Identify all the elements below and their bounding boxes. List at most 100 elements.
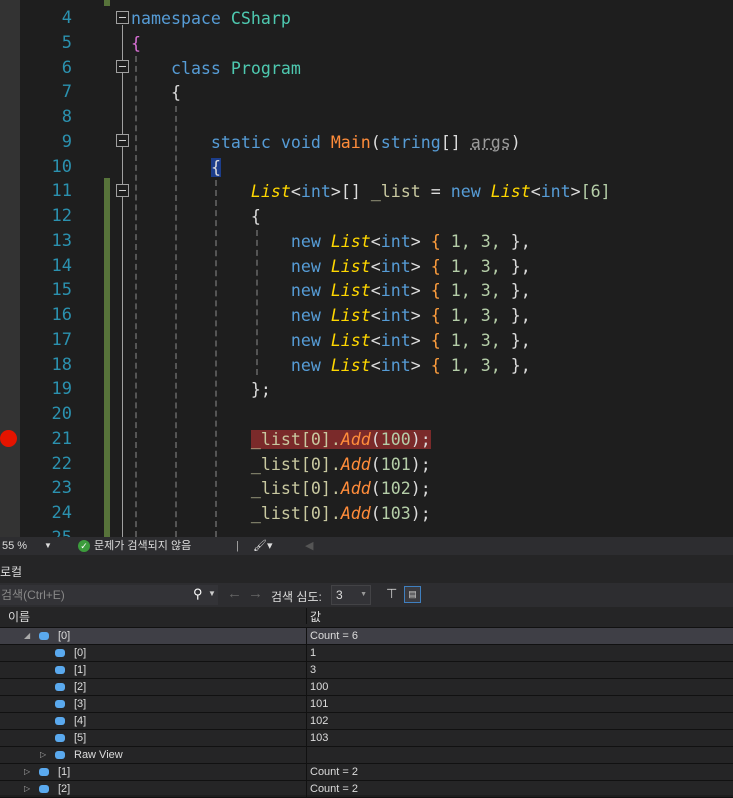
zoom-dropdown-icon[interactable]: ▼ xyxy=(44,537,52,555)
expand-arrow-icon[interactable]: ▷ xyxy=(24,764,30,780)
code-token: < xyxy=(290,182,301,202)
locals-row[interactable]: [1] 3 xyxy=(0,662,733,679)
code-token: } xyxy=(510,306,521,325)
locals-row[interactable]: [0] 1 xyxy=(0,645,733,662)
forward-arrow-icon[interactable]: → xyxy=(248,585,263,602)
code-line[interactable]: { xyxy=(131,204,261,229)
row-value[interactable]: Count = 6 xyxy=(306,628,733,644)
search-input[interactable]: 검색(Ctrl+E) xyxy=(0,585,218,605)
row-value[interactable]: 102 xyxy=(306,713,733,729)
field-cube-icon xyxy=(39,768,49,776)
code-token: _list xyxy=(370,182,421,202)
code-line[interactable]: new List<int> { 1, 3, }, xyxy=(131,328,531,353)
code-line[interactable]: _list[0].Add(102); xyxy=(131,476,431,501)
code-line[interactable]: }; xyxy=(131,377,271,402)
code-token: List xyxy=(330,330,371,350)
locals-window: 로컬 검색(Ctrl+E) ⚲ ▼ ← → 검색 심도: 3 ▼ ⊤ ▤ 이름 값… xyxy=(0,555,733,798)
row-name: [1] xyxy=(74,664,87,676)
breakpoint-icon[interactable] xyxy=(0,430,17,447)
code-line[interactable]: List<int>[] _list = new List<int>[6] xyxy=(131,179,611,204)
locals-row[interactable]: ▷ [2] Count = 2 xyxy=(0,781,733,798)
code-token: CSharp xyxy=(230,9,291,28)
code-token: 1, 3, xyxy=(440,330,511,350)
row-value[interactable]: 3 xyxy=(306,662,733,678)
code-line[interactable]: new List<int> { 1, 3, }, xyxy=(131,303,531,328)
code-token: < xyxy=(530,182,541,202)
code-line[interactable]: new List<int> { 1, 3, }, xyxy=(131,353,531,378)
collapse-class-icon[interactable] xyxy=(116,60,129,73)
search-options-dropdown-icon[interactable]: ▼ xyxy=(208,589,216,598)
locals-row[interactable]: ▷ Raw View xyxy=(0,747,733,764)
pin-filter-icon[interactable]: ⊤ xyxy=(386,586,397,602)
code-token: , xyxy=(520,330,531,350)
scroll-left-icon[interactable]: ◀ xyxy=(305,537,313,555)
row-value[interactable]: 103 xyxy=(306,730,733,746)
row-name: [2] xyxy=(74,681,87,693)
code-line[interactable]: new List<int> { 1, 3, }, xyxy=(131,278,531,303)
locals-toolbar: 검색(Ctrl+E) ⚲ ▼ ← → 검색 심도: 3 ▼ ⊤ ▤ xyxy=(0,583,733,607)
locals-row[interactable]: [4] 102 xyxy=(0,713,733,730)
row-value[interactable]: 101 xyxy=(306,696,733,712)
code-token: } xyxy=(510,355,521,375)
code-token: ( xyxy=(370,479,381,499)
code-token: int xyxy=(380,330,411,350)
expand-arrow-icon[interactable]: ▷ xyxy=(40,747,46,763)
row-value[interactable] xyxy=(306,747,733,763)
locals-row[interactable]: [2] 100 xyxy=(0,679,733,696)
locals-row[interactable]: ▷ [1] Count = 2 xyxy=(0,764,733,781)
code-line[interactable]: _list[0].Add(101); xyxy=(131,452,431,477)
column-header-name[interactable]: 이름 xyxy=(0,608,306,624)
code-line[interactable]: { xyxy=(131,80,181,105)
code-token: int xyxy=(380,306,411,325)
search-icon[interactable]: ⚲ xyxy=(193,586,203,602)
code-token: [6] xyxy=(580,182,611,202)
code-line[interactable]: _list[0].Add(100); xyxy=(131,427,431,452)
collapse-array-icon[interactable] xyxy=(116,184,129,197)
code-line[interactable]: new List<int> { 1, 3, }, xyxy=(131,229,531,254)
zoom-level[interactable]: 55 % xyxy=(2,537,27,555)
back-arrow-icon[interactable]: ← xyxy=(227,585,242,602)
breakpoint-margin[interactable] xyxy=(0,0,20,537)
code-token: > xyxy=(410,306,431,325)
locals-row[interactable]: [5] 103 xyxy=(0,730,733,747)
code-line[interactable]: static void Main(string[] args) xyxy=(131,130,521,155)
locals-row[interactable]: ◢ [0] Count = 6 xyxy=(0,628,733,645)
line-number: 9 xyxy=(61,131,72,152)
code-line[interactable]: new List<int> { 1, 3, }, xyxy=(131,254,531,279)
code-line[interactable]: { xyxy=(131,155,221,180)
collapse-namespace-icon[interactable] xyxy=(116,11,129,24)
line-number: 21 xyxy=(51,428,72,449)
row-name-cell: ▷ Raw View xyxy=(0,747,306,763)
code-line[interactable]: class Program xyxy=(131,56,301,81)
code-token: > xyxy=(410,231,431,251)
code-line[interactable]: namespace CSharp xyxy=(131,6,291,31)
code-editor[interactable]: namespace CSharp{ class Program { static… xyxy=(0,0,733,537)
code-token: { xyxy=(131,33,141,53)
column-header-value[interactable]: 값 xyxy=(306,608,733,624)
hex-display-icon[interactable]: ▤ xyxy=(404,586,421,603)
collapse-method-icon[interactable] xyxy=(116,134,129,147)
row-value[interactable]: 1 xyxy=(306,645,733,661)
row-value[interactable]: 100 xyxy=(306,679,733,695)
field-cube-icon xyxy=(55,734,65,742)
code-token: } xyxy=(510,256,521,276)
collapse-arrow-icon[interactable]: ◢ xyxy=(24,628,30,644)
code-token: < xyxy=(370,281,381,301)
field-cube-icon xyxy=(39,632,49,640)
row-name-cell: [4] xyxy=(0,713,306,729)
code-line[interactable]: { xyxy=(131,31,141,56)
cleanup-brush-icon[interactable]: 🖌▾ xyxy=(253,537,273,555)
code-line[interactable]: _list[0].Add(103); xyxy=(131,501,431,526)
line-number: 17 xyxy=(51,329,72,350)
locals-row[interactable]: [3] 101 xyxy=(0,696,733,713)
code-token: _list[0]. xyxy=(250,429,341,449)
code-token: ); xyxy=(410,454,431,474)
search-depth-select[interactable]: 3 ▼ xyxy=(331,585,371,605)
code-token: 101 xyxy=(380,454,411,474)
code-token: ); xyxy=(410,479,431,499)
row-value[interactable]: Count = 2 xyxy=(306,764,733,780)
issues-status[interactable]: 문제가 검색되지 않음 xyxy=(94,537,191,555)
